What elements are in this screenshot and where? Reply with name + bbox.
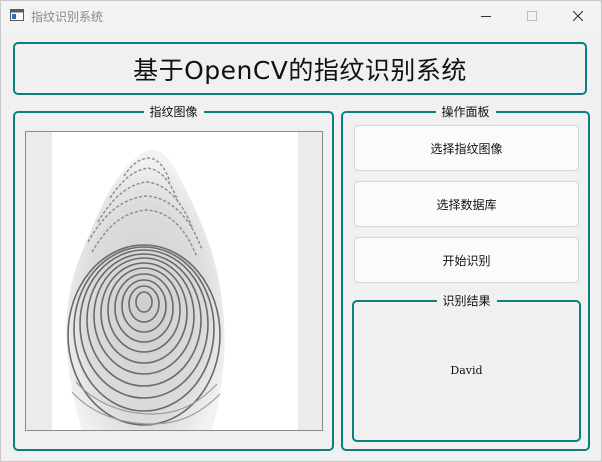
header-panel: 基于OpenCV的指纹识别系统 xyxy=(13,42,587,95)
app-window: 指纹识别系统 基于OpenCV的指纹识别系统 指纹图像 操作面板 选择指纹图像 … xyxy=(0,0,602,462)
minimize-icon xyxy=(481,16,491,17)
start-recognition-button[interactable]: 开始识别 xyxy=(354,237,579,283)
fingerprint-drawing xyxy=(66,150,225,430)
operations-panel: 操作面板 选择指纹图像 选择数据库 开始识别 识别结果 David xyxy=(341,104,590,451)
close-button[interactable] xyxy=(555,1,601,31)
page-title: 基于OpenCV的指纹识别系统 xyxy=(133,55,467,85)
window-title: 指纹识别系统 xyxy=(31,10,104,24)
close-icon xyxy=(573,11,583,21)
maximize-button[interactable] xyxy=(509,1,555,31)
recognition-result-group: 识别结果 David xyxy=(352,293,581,442)
title-bar[interactable]: 指纹识别系统 xyxy=(1,1,601,31)
app-window-icon xyxy=(10,9,24,21)
select-database-button[interactable]: 选择数据库 xyxy=(354,181,579,227)
select-image-button[interactable]: 选择指纹图像 xyxy=(354,125,579,171)
ops-group-legend: 操作面板 xyxy=(435,104,496,120)
fingerprint-image-group: 指纹图像 xyxy=(13,104,334,451)
result-group-legend: 识别结果 xyxy=(436,293,497,309)
image-group-legend: 指纹图像 xyxy=(143,104,204,120)
maximize-icon xyxy=(527,11,537,21)
fingerprint-image-frame xyxy=(25,131,323,431)
fingerprint-image xyxy=(52,132,298,430)
recognition-result-value: David xyxy=(450,364,483,377)
minimize-button[interactable] xyxy=(463,1,509,31)
